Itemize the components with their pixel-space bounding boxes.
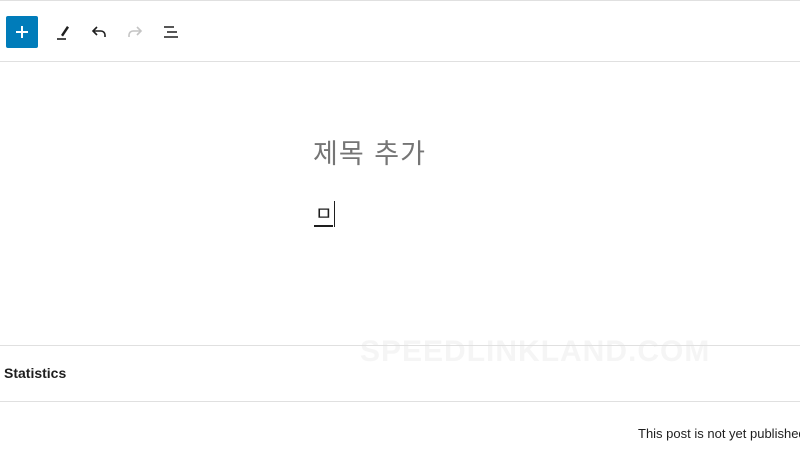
pencil-icon [57,26,69,40]
add-block-button[interactable] [6,16,38,48]
text-caret [334,201,336,227]
list-view-icon [164,26,178,38]
redo-arrow-icon [128,26,143,37]
redo-button[interactable] [119,16,151,48]
editor-canvas: 제목 추가 ㅁ [0,62,800,346]
statistics-status-note: This post is not yet published [638,426,800,441]
editor-toolbar [0,0,800,62]
undo-arrow-icon [91,26,106,37]
plus-icon [16,26,28,38]
statistics-panel-header[interactable]: Statistics [0,346,800,402]
undo-button[interactable] [83,16,115,48]
tools-button[interactable] [47,16,79,48]
paragraph-text: ㅁ [314,203,334,227]
document-outline-button[interactable] [155,16,187,48]
statistics-panel-title: Statistics [4,365,67,381]
paragraph-block[interactable]: ㅁ [314,199,336,227]
statistics-panel: Statistics This post is not yet publishe… [0,345,800,450]
post-title-input[interactable]: 제목 추가 [313,132,426,171]
